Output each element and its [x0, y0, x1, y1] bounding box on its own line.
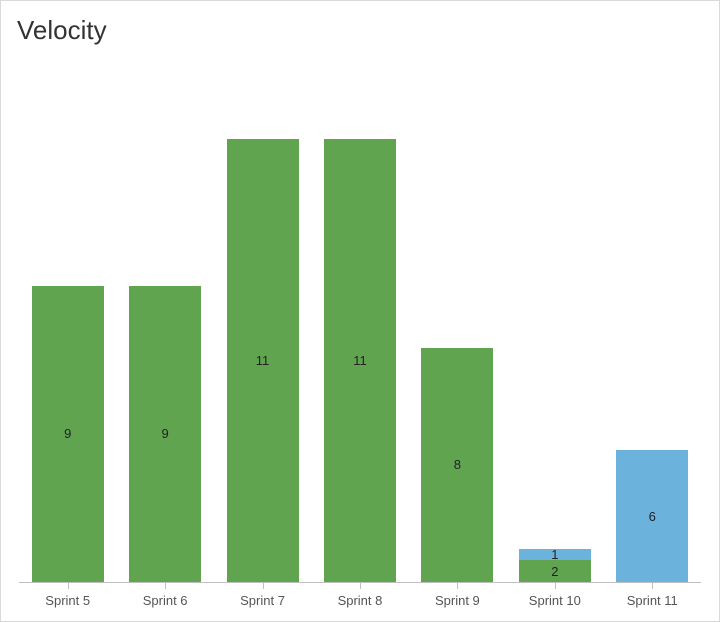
x-tick-label: Sprint 9	[409, 583, 506, 608]
x-axis: Sprint 5Sprint 6Sprint 7Sprint 8Sprint 9…	[19, 583, 701, 621]
x-tick-label: Sprint 5	[19, 583, 116, 608]
bar-segment-completed[interactable]: 11	[227, 139, 299, 582]
bar-segment-planned[interactable]: 6	[616, 450, 688, 582]
bar-slot: 8	[409, 55, 506, 582]
x-tick-label: Sprint 10	[506, 583, 603, 608]
bar-slot: 6	[604, 55, 701, 582]
bar-stack[interactable]: 9	[129, 187, 201, 582]
bar-stack[interactable]: 8	[421, 231, 493, 582]
bar-stack[interactable]: 11	[227, 99, 299, 582]
x-tick-label: Sprint 6	[116, 583, 213, 608]
bar-segment-completed[interactable]: 8	[421, 348, 493, 582]
bar-slot: 21	[506, 55, 603, 582]
x-tick-label: Sprint 8	[311, 583, 408, 608]
bar-segment-completed[interactable]: 9	[32, 286, 104, 582]
x-tick-label: Sprint 7	[214, 583, 311, 608]
bar-slot: 9	[19, 55, 116, 582]
plot-area: 9911118216	[19, 55, 701, 583]
bar-stack[interactable]: 9	[32, 187, 104, 582]
bar-segment-completed[interactable]: 2	[519, 560, 591, 582]
bar-slot: 9	[116, 55, 213, 582]
bar-stack[interactable]: 21	[519, 450, 591, 582]
bar-segment-planned[interactable]: 1	[519, 549, 591, 560]
chart-title: Velocity	[17, 15, 705, 46]
bar-stack[interactable]: 11	[324, 99, 396, 582]
bar-slot: 11	[214, 55, 311, 582]
bars-container: 9911118216	[19, 55, 701, 582]
x-tick-label: Sprint 11	[604, 583, 701, 608]
bar-stack[interactable]: 6	[616, 319, 688, 583]
bar-segment-completed[interactable]: 11	[324, 139, 396, 582]
bar-slot: 11	[311, 55, 408, 582]
bar-segment-completed[interactable]: 9	[129, 286, 201, 582]
velocity-chart: Velocity 9911118216 Sprint 5Sprint 6Spri…	[0, 0, 720, 622]
